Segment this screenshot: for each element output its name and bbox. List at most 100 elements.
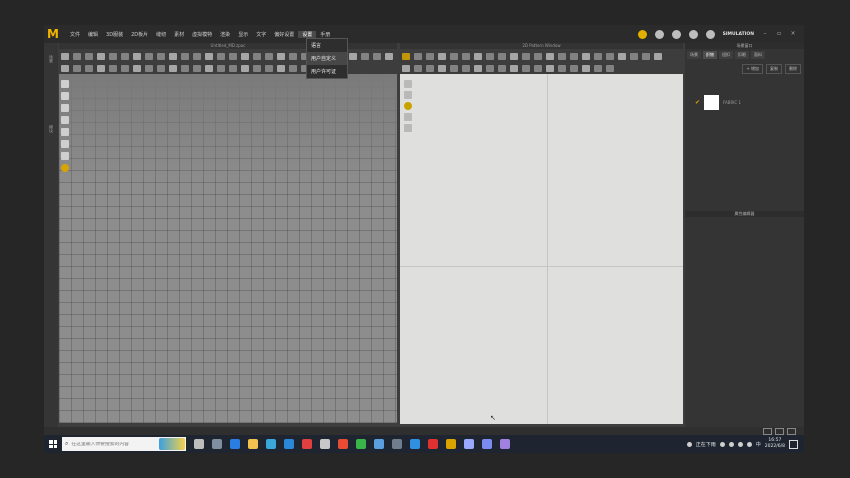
- garment-icon[interactable]: [61, 92, 69, 100]
- taskbar-app-icon[interactable]: [446, 439, 456, 449]
- tool-icon[interactable]: [349, 52, 357, 60]
- tool-icon[interactable]: [217, 64, 225, 72]
- tool-icon[interactable]: [402, 52, 410, 60]
- shirt-icon[interactable]: [61, 128, 69, 136]
- fabric-item[interactable]: ✔ FABRIC 1: [695, 95, 741, 110]
- cart-icon[interactable]: [705, 29, 715, 39]
- dropdown-item[interactable]: 语言: [307, 39, 347, 52]
- notification-icon[interactable]: [789, 439, 798, 449]
- taskbar-app-icon[interactable]: [248, 439, 258, 449]
- tool-icon[interactable]: [630, 52, 638, 60]
- tool-icon[interactable]: [462, 52, 470, 60]
- tool-icon[interactable]: [205, 64, 213, 72]
- tool-icon[interactable]: [145, 64, 153, 72]
- tool-icon[interactable]: [438, 64, 446, 72]
- pattern-icon[interactable]: [404, 124, 412, 132]
- tool-icon[interactable]: [97, 64, 105, 72]
- tool-icon[interactable]: [450, 52, 458, 60]
- figure-icon[interactable]: [61, 152, 69, 160]
- tool-icon[interactable]: [205, 52, 213, 60]
- tool-icon[interactable]: [522, 52, 530, 60]
- view-icon[interactable]: [763, 428, 772, 435]
- tool-icon[interactable]: [193, 52, 201, 60]
- tool-icon[interactable]: [594, 52, 602, 60]
- taskbar-app-icon[interactable]: [500, 439, 510, 449]
- windows-start-icon[interactable]: [49, 440, 57, 448]
- tool-icon[interactable]: [594, 64, 602, 72]
- tool-icon[interactable]: [486, 52, 494, 60]
- tool-icon[interactable]: [510, 64, 518, 72]
- tool-icon[interactable]: [133, 64, 141, 72]
- tool-icon[interactable]: [85, 64, 93, 72]
- taskbar-app-icon[interactable]: [464, 439, 474, 449]
- tool-icon[interactable]: [606, 64, 614, 72]
- tool-icon[interactable]: [558, 64, 566, 72]
- tool-icon[interactable]: [73, 64, 81, 72]
- tool-icon[interactable]: [654, 52, 662, 60]
- tool-icon[interactable]: [462, 64, 470, 72]
- menu-item[interactable]: 偏好设置: [270, 31, 298, 38]
- sun-icon[interactable]: [61, 164, 69, 172]
- zoom-icon[interactable]: [61, 104, 69, 112]
- scene-tab[interactable]: 纽扣: [719, 51, 733, 59]
- tool-icon[interactable]: [61, 64, 69, 72]
- tool-icon[interactable]: [241, 64, 249, 72]
- scene-action-button[interactable]: 复制: [766, 64, 782, 74]
- tool-icon[interactable]: [534, 64, 542, 72]
- tool-icon[interactable]: [157, 52, 165, 60]
- grid-icon[interactable]: [404, 91, 412, 99]
- tool-icon[interactable]: [229, 52, 237, 60]
- tool-icon[interactable]: [522, 64, 530, 72]
- scene-action-button[interactable]: 删除: [785, 64, 801, 74]
- tool-icon[interactable]: [277, 52, 285, 60]
- tool-icon[interactable]: [546, 52, 554, 60]
- input-language[interactable]: 中: [756, 441, 761, 448]
- dropdown-item[interactable]: 用户自定义: [307, 52, 347, 65]
- ruler-icon[interactable]: [404, 113, 412, 121]
- tool-icon[interactable]: [426, 52, 434, 60]
- tool-icon[interactable]: [193, 64, 201, 72]
- menu-item[interactable]: 渲染: [216, 31, 234, 38]
- left-strip-label[interactable]: 模块: [48, 125, 54, 133]
- tool-icon[interactable]: [606, 52, 614, 60]
- tool-icon[interactable]: [474, 64, 482, 72]
- tool-icon[interactable]: [570, 64, 578, 72]
- tool-icon[interactable]: [73, 52, 81, 60]
- user-icon[interactable]: [671, 29, 681, 39]
- tool-icon[interactable]: [361, 52, 369, 60]
- tool-icon[interactable]: [85, 52, 93, 60]
- menu-item[interactable]: 编辑: [84, 31, 102, 38]
- tool-icon[interactable]: [109, 64, 117, 72]
- tool-icon[interactable]: [414, 52, 422, 60]
- weather-icon[interactable]: [686, 441, 692, 447]
- chevron-up-icon[interactable]: [719, 441, 725, 447]
- taskbar-app-icon[interactable]: [194, 439, 204, 449]
- scene-tab[interactable]: 扣眼: [735, 51, 749, 59]
- taskbar-app-icon[interactable]: [374, 439, 384, 449]
- cloud-icon[interactable]: [637, 29, 647, 39]
- tool-icon[interactable]: [157, 64, 165, 72]
- tool-icon[interactable]: [486, 64, 494, 72]
- layer-icon[interactable]: [61, 140, 69, 148]
- scene-tab[interactable]: 面料: [751, 51, 765, 59]
- tool-icon[interactable]: [426, 64, 434, 72]
- menu-item[interactable]: 3D服装: [102, 31, 127, 38]
- menu-item[interactable]: 2D板片: [127, 31, 152, 38]
- scene-tab[interactable]: 场景: [687, 51, 701, 59]
- menu-item[interactable]: 虚拟模特: [188, 31, 216, 38]
- taskbar-app-icon[interactable]: [320, 439, 330, 449]
- tool-icon[interactable]: [534, 52, 542, 60]
- taskbar-app-icon[interactable]: [392, 439, 402, 449]
- tool-icon[interactable]: [109, 52, 117, 60]
- tool-icon[interactable]: [61, 52, 69, 60]
- tool-icon[interactable]: [558, 52, 566, 60]
- menu-item[interactable]: 素材: [170, 31, 188, 38]
- weather-status[interactable]: 正在下雨: [696, 441, 716, 448]
- tool-icon[interactable]: [450, 64, 458, 72]
- tool-icon[interactable]: [253, 52, 261, 60]
- taskbar-app-icon[interactable]: [302, 439, 312, 449]
- search-input[interactable]: [71, 441, 162, 447]
- tool-icon[interactable]: [373, 52, 381, 60]
- tool-icon[interactable]: [277, 64, 285, 72]
- tool-icon[interactable]: [570, 52, 578, 60]
